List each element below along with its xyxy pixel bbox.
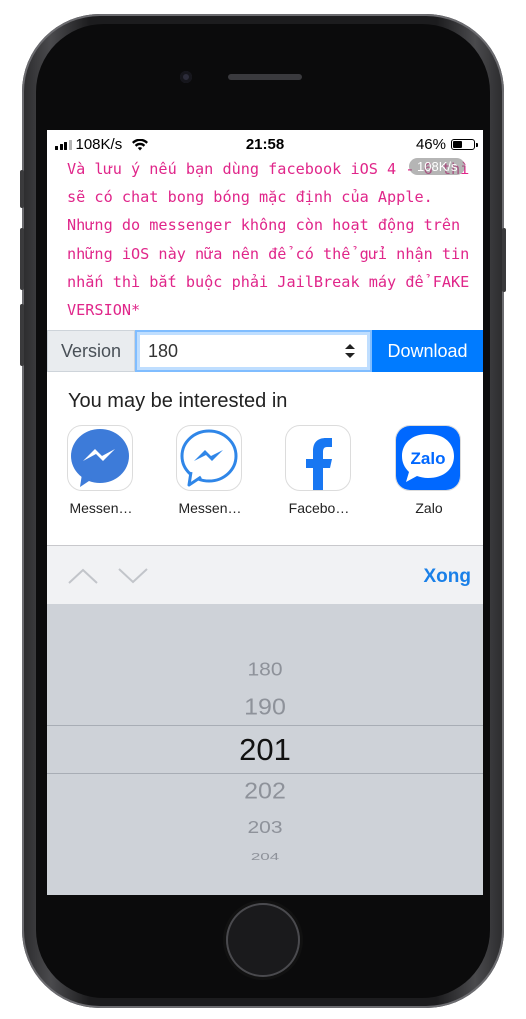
app-label: Messen… — [178, 500, 242, 516]
done-button[interactable]: Xong — [424, 566, 472, 588]
status-bar: 108K/s 21:58 46% — [47, 130, 483, 158]
chevron-down-icon[interactable] — [117, 566, 149, 586]
battery-percent: 46% — [415, 136, 446, 153]
picker-toolbar: Xong — [47, 546, 483, 604]
messenger-outline-icon — [176, 425, 242, 491]
power-button — [502, 228, 506, 292]
app-label: Messen… — [69, 500, 133, 516]
picker-option[interactable]: 202 — [47, 778, 483, 805]
picker-option[interactable]: 203 — [47, 818, 483, 838]
zalo-icon: Zalo — [395, 425, 461, 491]
select-arrows-icon — [345, 344, 355, 358]
mute-switch — [20, 170, 24, 208]
interest-section: You may be interested in Messen… Messen… — [47, 372, 483, 545]
version-select[interactable]: 180 — [135, 330, 372, 372]
battery-icon — [451, 139, 478, 150]
status-right: 46% — [415, 136, 478, 153]
screen: 108K/s 21:58 46% Và lưu ý nếu bạn dùng f… — [47, 130, 483, 895]
interest-title: You may be interested in — [68, 390, 288, 412]
download-button[interactable]: Download — [372, 330, 483, 372]
earpiece-speaker — [228, 74, 302, 80]
app-item[interactable]: Messen… — [176, 425, 244, 516]
picker-option[interactable]: 204 — [47, 851, 483, 863]
front-camera — [180, 71, 192, 83]
messenger-icon — [67, 425, 133, 491]
volume-down-button — [20, 304, 24, 366]
version-label: Version — [47, 330, 135, 372]
picker-option[interactable]: 180 — [47, 659, 483, 680]
app-item[interactable]: Zalo Zalo — [395, 425, 463, 516]
home-button[interactable] — [226, 903, 300, 977]
app-label: Facebo… — [288, 500, 350, 516]
app-label: Zalo — [415, 500, 443, 516]
chevron-up-icon[interactable] — [67, 566, 99, 586]
volume-up-button — [20, 228, 24, 290]
picker-option-selected[interactable]: 201 — [47, 732, 483, 768]
picker-option[interactable]: 190 — [47, 694, 483, 721]
version-picker-wheel[interactable]: 180 190 201 202 203 204 — [47, 604, 483, 895]
speed-badge: 108K/s — [409, 158, 466, 175]
facebook-icon — [285, 425, 351, 491]
app-item[interactable]: Messen… — [67, 425, 135, 516]
version-form: Version 180 Download — [47, 330, 483, 372]
article-text: Và lưu ý nếu bạn dùng facebook iOS 4 - 6… — [67, 160, 479, 320]
version-selected-value: 180 — [148, 341, 179, 361]
zalo-icon-text: Zalo — [411, 449, 446, 468]
app-item[interactable]: Facebo… — [285, 425, 353, 516]
